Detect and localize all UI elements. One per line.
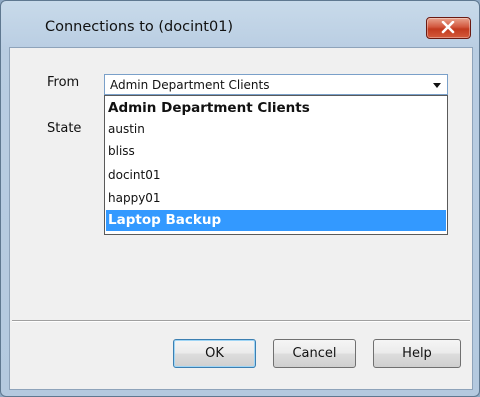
dropdown-arrow-icon[interactable] [433,83,441,88]
title-bar[interactable]: Connections to (docint01) [1,1,479,41]
dropdown-option-austin[interactable]: austin [106,119,446,140]
dialog-body: From State Admin Department Clients Admi… [9,47,473,390]
from-dropdown[interactable]: Admin Department Clients [104,74,448,95]
from-dropdown-value: Admin Department Clients [110,78,270,92]
close-button[interactable] [426,17,471,39]
ok-button[interactable]: OK [173,339,256,368]
connections-dialog: Connections to (docint01) From State Adm… [0,0,480,397]
close-x-icon [441,21,455,34]
from-label: From [47,75,80,90]
state-label: State [47,121,82,136]
dropdown-option-docint01[interactable]: docint01 [106,165,446,186]
from-dropdown-list[interactable]: Admin Department Clients austin bliss do… [104,95,448,235]
dropdown-option-bliss[interactable]: bliss [106,141,446,162]
cancel-button[interactable]: Cancel [273,339,356,368]
help-button[interactable]: Help [373,339,461,368]
window-title: Connections to (docint01) [45,19,234,35]
dropdown-option-admin-department-clients[interactable]: Admin Department Clients [106,98,446,119]
dropdown-option-happy01[interactable]: happy01 [106,188,446,209]
separator-line [12,320,470,322]
dropdown-option-laptop-backup[interactable]: Laptop Backup [106,210,446,231]
